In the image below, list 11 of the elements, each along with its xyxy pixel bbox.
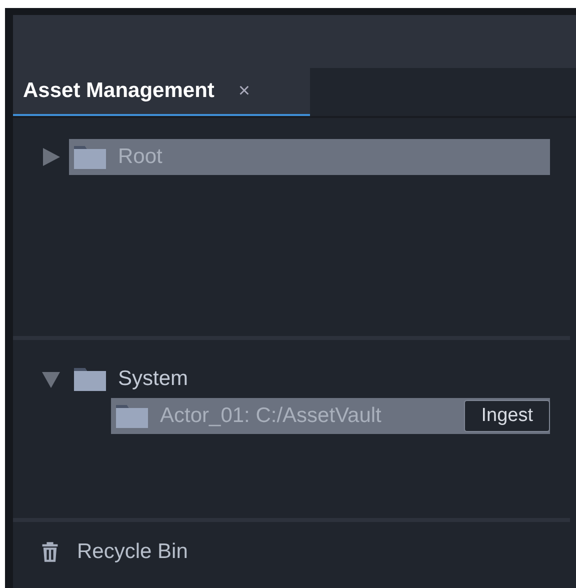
ingest-button[interactable]: Ingest	[464, 400, 550, 432]
folder-icon	[74, 366, 106, 390]
recycle-bin-label[interactable]: Recycle Bin	[77, 540, 188, 564]
panel-tab[interactable]: Asset Management ×	[13, 68, 310, 116]
folder-icon	[116, 404, 148, 428]
tree-item[interactable]: Actor_01: C:/AssetVault Ingest	[111, 398, 550, 434]
trash-icon[interactable]	[41, 541, 59, 563]
folder-icon	[74, 144, 106, 168]
tree-item[interactable]: System	[69, 360, 550, 396]
close-icon[interactable]: ×	[238, 80, 250, 102]
caret-icon[interactable]	[41, 146, 61, 166]
